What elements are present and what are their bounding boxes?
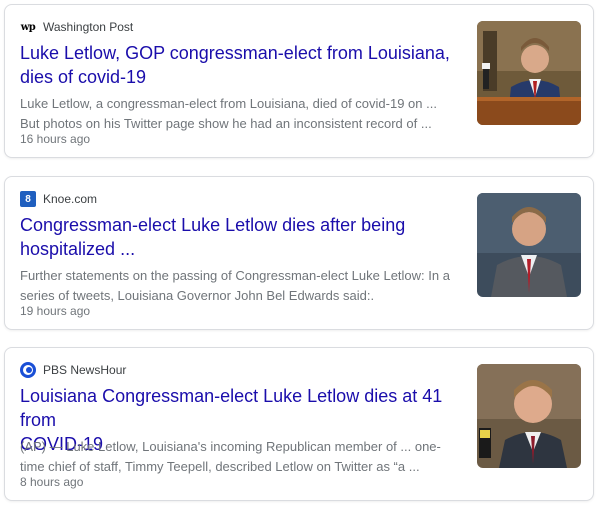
news-card[interactable]: PBS NewsHour Louisiana Congressman-elect… <box>4 347 594 501</box>
thumbnail-image[interactable] <box>477 364 581 468</box>
wp-logo-icon: wp <box>20 21 36 33</box>
source-name: Washington Post <box>43 20 134 34</box>
news-source[interactable]: 8 Knoe.com <box>20 191 97 207</box>
timestamp: 19 hours ago <box>20 304 91 318</box>
headline-link[interactable]: Congressman-elect Luke Letlow dies after… <box>20 213 465 261</box>
timestamp: 16 hours ago <box>20 132 91 146</box>
headline-text: Luke Letlow, GOP congressman-elect from … <box>20 43 450 87</box>
news-feed: wp Washington Post Luke Letlow, GOP cong… <box>0 0 600 508</box>
source-name: Knoe.com <box>43 192 98 206</box>
thumbnail-image[interactable] <box>477 193 581 297</box>
knoe-logo-icon: 8 <box>20 191 36 207</box>
headline-line: Congressman-elect Luke Letlow dies after… <box>20 215 406 235</box>
snippet-line: time chief of staff, Timmy Teepell, desc… <box>20 459 420 474</box>
snippet-line: Further statements on the passing of Con… <box>20 268 450 283</box>
headline-line: Louisiana Congressman-elect Luke Letlow … <box>20 386 443 430</box>
news-card[interactable]: 8 Knoe.com Congressman-elect Luke Letlow… <box>4 176 594 330</box>
news-card[interactable]: wp Washington Post Luke Letlow, GOP cong… <box>4 4 594 158</box>
news-source[interactable]: PBS NewsHour <box>20 362 126 378</box>
snippet: Luke Letlow, a congressman-elect from Lo… <box>20 94 460 134</box>
timestamp: 8 hours ago <box>20 475 84 489</box>
snippet-line: series of tweets, Louisiana Governor Joh… <box>20 288 375 303</box>
headline-link[interactable]: Luke Letlow, GOP congressman-elect from … <box>20 41 465 89</box>
news-source[interactable]: wp Washington Post <box>20 19 134 35</box>
headline-line: hospitalized ... <box>20 239 136 259</box>
snippet: (AP) — Luke Letlow, Louisiana's incoming… <box>20 437 460 477</box>
snippet-line: But photos on his Twitter page show he h… <box>20 116 432 131</box>
snippet-line: Luke Letlow, a congressman-elect from Lo… <box>20 96 437 111</box>
source-name: PBS NewsHour <box>43 363 127 377</box>
thumbnail-image[interactable] <box>477 21 581 125</box>
snippet: Further statements on the passing of Con… <box>20 266 460 306</box>
pbs-logo-icon <box>20 362 36 378</box>
snippet-line: (AP) — Luke Letlow, Louisiana's incoming… <box>20 439 441 454</box>
